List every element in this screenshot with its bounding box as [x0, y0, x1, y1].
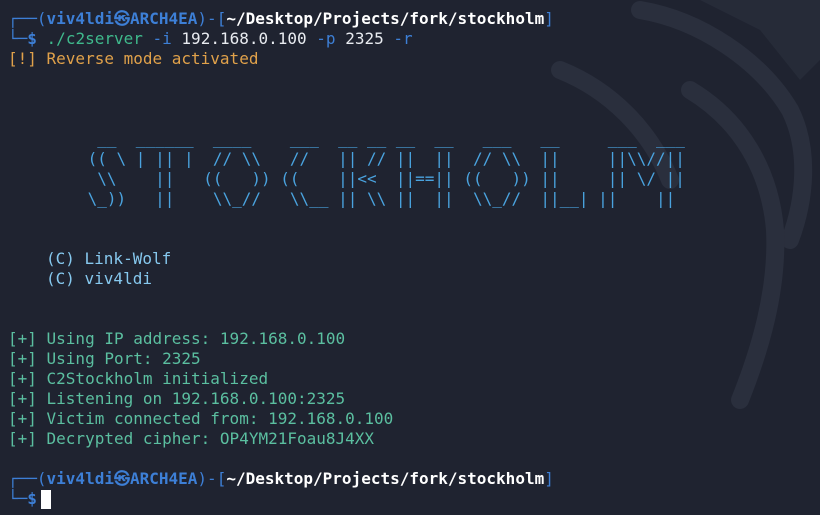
command-port: 2325 — [345, 29, 384, 48]
log-line: [+] Listening on 192.168.0.100:2325 — [8, 389, 346, 408]
prompt-host: ARCH4EA — [129, 469, 198, 488]
prompt-user: viv4ldi — [46, 469, 114, 488]
prompt-header-line: ┌──(viv4ldi㉿ARCH4EA)-[~/Desktop/Projects… — [8, 9, 554, 28]
skull-icon: ㉿ — [113, 469, 130, 488]
prompt-path: ~/Desktop/Projects/fork/stockholm — [226, 9, 545, 28]
banner-line: (( \ | || | // \\ // || // || || // \\ |… — [78, 149, 685, 168]
stockholm-ascii-banner: __ ______ ____ ___ __ __ __ __ ___ __ __… — [78, 129, 820, 209]
prompt-host: ARCH4EA — [129, 9, 198, 28]
banner-line: __ ______ ____ ___ __ __ __ __ ___ __ __… — [78, 129, 685, 148]
command-executable: ./c2server — [46, 29, 143, 48]
text-cursor — [40, 490, 51, 509]
log-line: [+] C2Stockholm initialized — [8, 369, 269, 388]
skull-icon: ㉿ — [113, 9, 130, 28]
command-line: └─$ ./c2server -i 192.168.0.100 -p 2325 … — [8, 29, 820, 49]
banner-line: \_)) || \\_// \\__ || \\ || || \\_// ||_… — [78, 189, 676, 208]
banner-line: \\ || (( )) (( ||<< ||==|| (( )) || || \… — [78, 169, 685, 188]
prompt-symbol: $ — [27, 489, 37, 508]
input-line[interactable]: └─$ — [8, 489, 820, 509]
command-flag-ip: -i — [152, 29, 172, 48]
prompt-user: viv4ldi — [46, 9, 114, 28]
terminal-output[interactable]: ┌──(viv4ldi㉿ARCH4EA)-[~/Desktop/Projects… — [8, 9, 820, 509]
command-ip: 192.168.0.100 — [181, 29, 307, 48]
prompt-header-line: ┌──(viv4ldi㉿ARCH4EA)-[~/Desktop/Projects… — [8, 469, 554, 488]
command-flag-port: -p — [316, 29, 336, 48]
command-flag-reverse: -r — [393, 29, 413, 48]
log-line: [+] Using IP address: 192.168.0.100 — [8, 329, 346, 348]
log-line: [+] Decrypted cipher: OP4YM21Foau8J4XX — [8, 429, 375, 448]
log-line: [+] Victim connected from: 192.168.0.100 — [8, 409, 394, 428]
prompt-corner-bottom: └─ — [8, 29, 28, 48]
log-line: [+] Using Port: 2325 — [8, 349, 201, 368]
credit-line: (C) viv4ldi — [46, 269, 152, 288]
credit-line: (C) Link-Wolf — [46, 249, 172, 268]
prompt-corner-top: ┌──( — [8, 9, 47, 28]
reverse-mode-warning: [!] Reverse mode activated — [8, 49, 259, 68]
prompt-path: ~/Desktop/Projects/fork/stockholm — [226, 469, 545, 488]
prompt-symbol: $ — [27, 29, 37, 48]
